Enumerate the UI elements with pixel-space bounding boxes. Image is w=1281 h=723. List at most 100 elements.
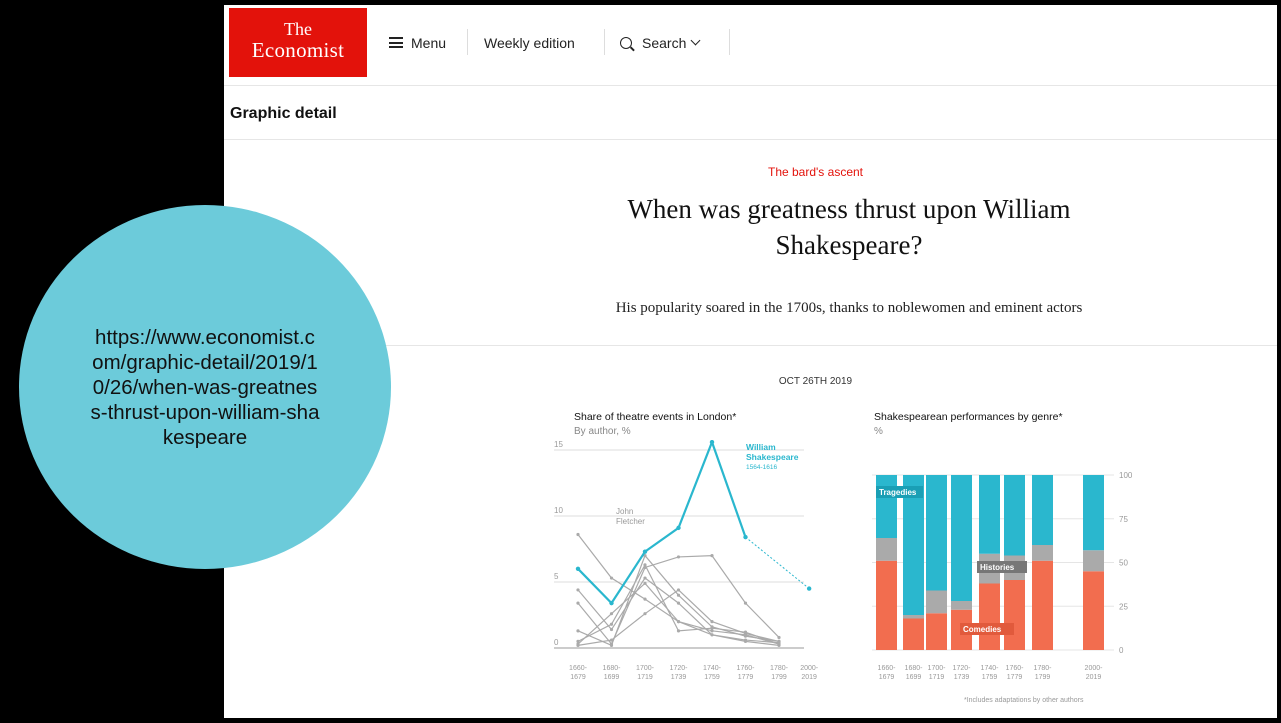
menu-button[interactable]: Menu [389,5,446,80]
url-callout-circle: https://www.economist.com/graphic-detail… [19,205,391,569]
search-button[interactable]: Search [620,5,701,80]
x-tick-label: 1679 [879,674,895,681]
author-series-point [609,576,614,580]
menu-label: Menu [411,34,447,51]
bar-segment-histories [1032,545,1053,561]
bar-chart-subtitle: % [874,426,883,437]
x-tick-label: 1660- [878,665,897,672]
bar-segment-comedies [979,583,1000,650]
article-headline: When was greatness thrust upon William S… [544,191,1154,263]
author-series-point [676,629,681,633]
x-tick-label: 1760- [1006,665,1025,672]
line-chart-subtitle: By author, % [574,426,631,437]
x-tick-label: 1700- [636,665,655,672]
hamburger-icon [389,37,403,48]
x-tick-label: 1759 [704,674,720,681]
author-series-point [609,622,614,626]
line-chart-title: Share of theatre events in London* [574,411,737,423]
bar-segment-histories [951,601,972,610]
x-tick-label: 1739 [671,674,687,681]
logo-line-1: The [284,19,312,39]
shakespeare-years-label: 1564-1616 [746,464,777,471]
bar-segment-comedies [1004,580,1025,650]
section-rule [224,139,1277,140]
shakespeare-label: William [746,442,776,452]
author-series-point [576,532,580,537]
shakespeare-label: Shakespeare [746,452,799,462]
x-tick-label: 2000- [800,665,819,672]
fletcher-label: Fletcher [616,517,645,526]
tragedies-label: Tragedies [879,488,917,497]
x-tick-label: 1739 [954,674,970,681]
author-series-point [710,626,714,630]
author-series-point [676,601,681,605]
shakespeare-dashed-segment [745,536,810,589]
y-tick-label: 100 [1119,471,1133,480]
x-tick-label: 1679 [570,674,586,681]
author-series-point [643,563,647,567]
author-series-point [609,612,614,616]
author-series-point [710,633,714,637]
page: The Economist Menu Weekly edition Search… [0,0,1281,723]
search-icon [620,36,632,49]
histories-label: Histories [980,563,1015,572]
y-tick-label: 0 [1119,646,1124,655]
author-series-point [676,593,681,597]
x-tick-label: 1699 [604,674,620,681]
economist-logo[interactable]: The Economist [229,8,367,77]
author-series-point [609,638,614,642]
bar-segment-histories [1083,550,1104,572]
y-tick-label: 10 [554,506,563,515]
x-tick-label: 1780- [1034,665,1053,672]
fletcher-label: John [616,507,633,516]
x-tick-label: 1680- [603,665,622,672]
author-series-point [609,643,614,647]
logo-line-2: Economist [251,38,345,62]
x-tick-label: 1740- [703,665,722,672]
x-tick-label: 2019 [801,674,817,681]
bar-segment-histories [876,538,897,561]
y-tick-label: 5 [554,572,559,581]
nav-divider [467,29,468,55]
bar-chart-title: Shakespearean performances by genre* [874,411,1063,423]
shakespeare-series-point [676,525,681,531]
article-dek: His popularity soared in the 1700s, than… [615,300,1083,316]
x-tick-label: 1719 [929,674,945,681]
url-callout-text[interactable]: https://www.economist.com/graphic-detail… [90,325,320,450]
author-series-point [710,554,714,558]
author-series-point [743,601,748,605]
bar-segment-tragedies [926,475,947,591]
author-series-point [643,581,647,585]
y-tick-label: 75 [1119,515,1128,524]
bar-segment-comedies [1032,560,1053,650]
shakespeare-series-point [709,440,715,445]
author-series-point [643,576,647,580]
section-title[interactable]: Graphic detail [230,105,337,123]
bar-segment-comedies [1083,571,1104,650]
header-rule [224,85,1277,86]
author-series-point [777,642,781,646]
bar-segment-tragedies [979,475,1000,554]
author-series-point [576,643,580,647]
shakespeare-series-point [575,566,581,571]
author-series-point [743,630,748,634]
y-tick-label: 0 [554,638,559,647]
headline-line-2: Shakespeare? [775,230,923,260]
x-tick-label: 1720- [953,665,972,672]
x-tick-label: 1779 [738,674,754,681]
bar-segment-comedies [903,618,924,650]
x-tick-label: 1680- [905,665,924,672]
bar-segment-comedies [926,613,947,650]
x-tick-label: 1759 [982,674,998,681]
x-tick-label: 1720- [670,665,689,672]
x-tick-label: 1699 [906,674,922,681]
weekly-edition-label: Weekly edition [484,34,575,51]
x-tick-label: 1779 [1007,674,1023,681]
x-tick-label: 1780- [770,665,789,672]
bar-chart: 100 75 50 25 0 1660- 1679 1680- 1699 1700- 1719 172… [872,471,1133,681]
author-series-point [643,612,647,616]
comedies-label: Comedies [963,625,1002,634]
author-series-point [576,639,580,643]
weekly-edition-link[interactable]: Weekly edition [484,5,575,80]
y-tick-label: 15 [554,440,563,449]
